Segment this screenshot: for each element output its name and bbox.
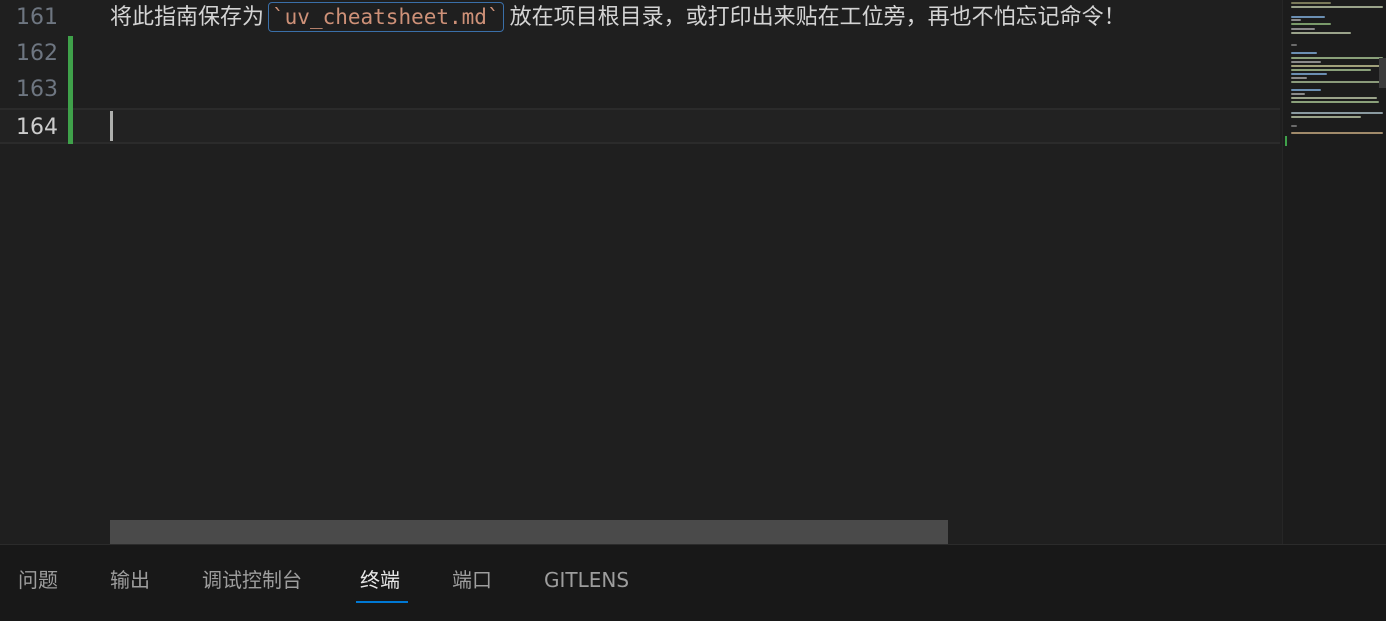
inline-code: `uv_cheatsheet.md`	[268, 2, 504, 32]
minimap[interactable]	[1282, 0, 1386, 544]
text-after-code: 放在项目根目录，或打印出来贴在工位旁，再也不怕忘记命令！	[509, 5, 1126, 30]
minimap-git-indicator	[1285, 136, 1287, 146]
editor-area[interactable]: 161 将此指南保存为 `uv_cheatsheet.md` 放在项目根目录，或打印…	[0, 0, 1280, 544]
line-number: 161	[16, 5, 58, 30]
minimap-slider[interactable]	[1379, 58, 1386, 88]
tab-ports[interactable]: 端口	[452, 565, 492, 595]
editor-line-163[interactable]: 163	[0, 72, 1280, 108]
horizontal-scrollbar[interactable]	[110, 520, 948, 544]
editor-line-161[interactable]: 161 将此指南保存为 `uv_cheatsheet.md` 放在项目根目录，或打印…	[0, 0, 1280, 36]
git-added-gutter-indicator[interactable]	[68, 36, 73, 144]
active-tab-indicator	[356, 601, 408, 603]
line-number: 164	[16, 115, 58, 140]
tab-problems[interactable]: 问题	[18, 565, 58, 595]
tab-terminal[interactable]: 终端	[360, 565, 400, 595]
tab-output[interactable]: 输出	[110, 565, 150, 595]
line-number: 163	[16, 77, 58, 102]
line-number: 162	[16, 41, 58, 66]
editor-line-164[interactable]: 164	[0, 108, 1280, 144]
line-content[interactable]: 将此指南保存为 `uv_cheatsheet.md` 放在项目根目录，或打印出来贴在…	[110, 0, 1126, 36]
tab-gitlens[interactable]: GITLENS	[544, 565, 629, 595]
panel-tab-bar: 问题 输出 调试控制台 终端 端口 GITLENS	[0, 544, 1386, 621]
text-before-code: 将此指南保存为	[110, 5, 265, 30]
text-cursor	[110, 111, 113, 141]
editor-line-162[interactable]: 162	[0, 36, 1280, 72]
tab-debug-console[interactable]: 调试控制台	[202, 565, 302, 595]
